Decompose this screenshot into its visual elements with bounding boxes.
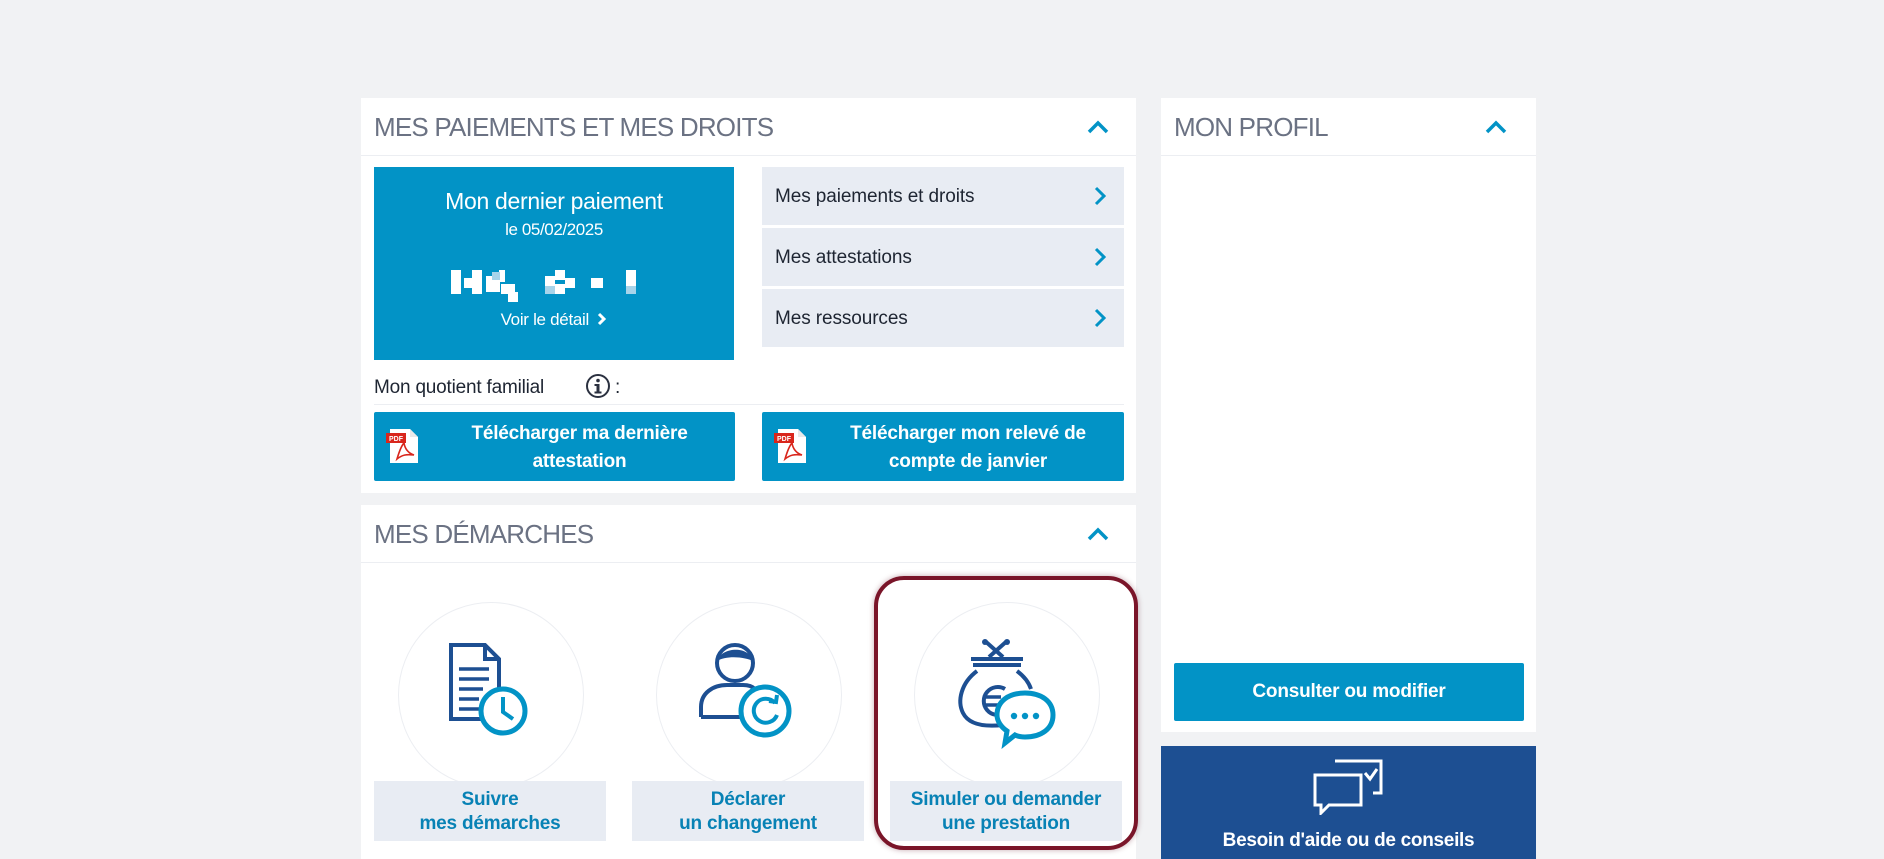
- simulate-benefit-label: Simuler ou demander une prestation: [890, 788, 1122, 836]
- info-icon[interactable]: [585, 373, 611, 399]
- follow-procedures-label: Suivre mes démarches: [374, 788, 606, 836]
- profile-panel-title: MON PROFIL: [1174, 112, 1329, 142]
- chevron-right-icon: [1094, 186, 1106, 206]
- declare-change-circle[interactable]: [656, 602, 842, 788]
- chat-bubbles-icon: [1313, 759, 1383, 815]
- simulate-benefit-line2: une prestation: [941, 813, 1071, 834]
- person-refresh-icon: [699, 643, 792, 738]
- chevron-right-icon: [1094, 247, 1106, 267]
- quotient-familial-label: Mon quotient familial: [374, 377, 545, 398]
- quotient-familial-row: Mon quotient familial :: [374, 374, 1124, 405]
- last-payment-date: le 05/02/2025: [505, 220, 603, 239]
- download-attestation-line2: attestation: [532, 451, 627, 472]
- simulate-benefit-circle[interactable]: [914, 602, 1100, 788]
- help-label: Besoin d'aide ou de conseils: [1222, 830, 1475, 851]
- quotient-familial-colon: :: [615, 377, 621, 398]
- download-attestation-label: Télécharger ma dernière attestation: [434, 420, 725, 476]
- consult-modify-button[interactable]: Consulter ou modifier: [1174, 663, 1524, 721]
- payments-panel-header[interactable]: MES PAIEMENTS ET MES DROITS: [361, 98, 1136, 156]
- follow-procedures-circle[interactable]: [398, 602, 584, 788]
- redacted-amount: [451, 270, 636, 302]
- declare-change-button[interactable]: Déclarer un changement: [632, 781, 864, 841]
- help-box[interactable]: Besoin d'aide ou de conseils: [1161, 746, 1536, 859]
- download-statement-label: Télécharger mon relevé de compte de janv…: [822, 420, 1114, 476]
- pdf-icon: PDF: [774, 429, 806, 463]
- chevron-up-icon[interactable]: [1087, 527, 1109, 541]
- demarches-panel-header[interactable]: MES DÉMARCHES: [361, 505, 1136, 563]
- follow-procedures-line2: mes démarches: [419, 813, 561, 834]
- chevron-right-icon: [1094, 308, 1106, 328]
- chevron-up-icon[interactable]: [1087, 120, 1109, 134]
- chevron-up-icon[interactable]: [1485, 120, 1507, 134]
- link-attestations[interactable]: Mes attestations: [762, 228, 1124, 286]
- download-statement-button[interactable]: PDF Télécharger mon relevé de compte de …: [762, 412, 1124, 481]
- download-statement-line2: compte de janvier: [888, 451, 1048, 472]
- demarches-panel: MES DÉMARCHES Suivre mes démarches Décla…: [361, 505, 1136, 859]
- chevron-right-icon: [598, 312, 607, 326]
- download-attestation-button[interactable]: PDF Télécharger ma dernière attestation: [374, 412, 735, 481]
- link-payments-rights[interactable]: Mes paiements et droits: [762, 167, 1124, 225]
- declare-change-line1: Déclarer: [710, 789, 786, 810]
- link-attestations-label: Mes attestations: [775, 247, 912, 268]
- link-payments-rights-label: Mes paiements et droits: [775, 186, 975, 207]
- download-attestation-line1: Télécharger ma dernière: [471, 423, 688, 444]
- payments-panel: MES PAIEMENTS ET MES DROITS Mon dernier …: [361, 98, 1136, 493]
- follow-procedures-button[interactable]: Suivre mes démarches: [374, 781, 606, 841]
- simulate-benefit-button[interactable]: Simuler ou demander une prestation: [890, 781, 1122, 841]
- profile-panel-header[interactable]: MON PROFIL: [1161, 98, 1536, 156]
- download-statement-line1: Télécharger mon relevé de: [850, 423, 1086, 444]
- follow-procedures-line1: Suivre: [461, 789, 519, 810]
- profile-panel: MON PROFIL Consulter ou modifier: [1161, 98, 1536, 732]
- money-bag-chat-icon: [958, 639, 1056, 749]
- simulate-benefit-line1: Simuler ou demander: [910, 789, 1102, 810]
- document-clock-icon: [449, 643, 528, 736]
- declare-change-line2: un changement: [679, 813, 817, 834]
- see-detail-label: Voir le détail: [500, 310, 590, 329]
- svg-text:PDF: PDF: [777, 436, 792, 443]
- link-resources[interactable]: Mes ressources: [762, 289, 1124, 347]
- last-payment-title: Mon dernier paiement: [445, 188, 663, 214]
- last-payment-tile[interactable]: Mon dernier paiement le 05/02/2025 Voir …: [374, 167, 734, 360]
- pdf-icon: PDF: [386, 429, 418, 463]
- link-resources-label: Mes ressources: [775, 308, 908, 329]
- see-detail-link[interactable]: Voir le détail: [374, 310, 734, 330]
- demarches-panel-title: MES DÉMARCHES: [374, 519, 594, 549]
- svg-text:PDF: PDF: [389, 436, 404, 443]
- payments-panel-title: MES PAIEMENTS ET MES DROITS: [374, 112, 774, 142]
- declare-change-label: Déclarer un changement: [632, 788, 864, 836]
